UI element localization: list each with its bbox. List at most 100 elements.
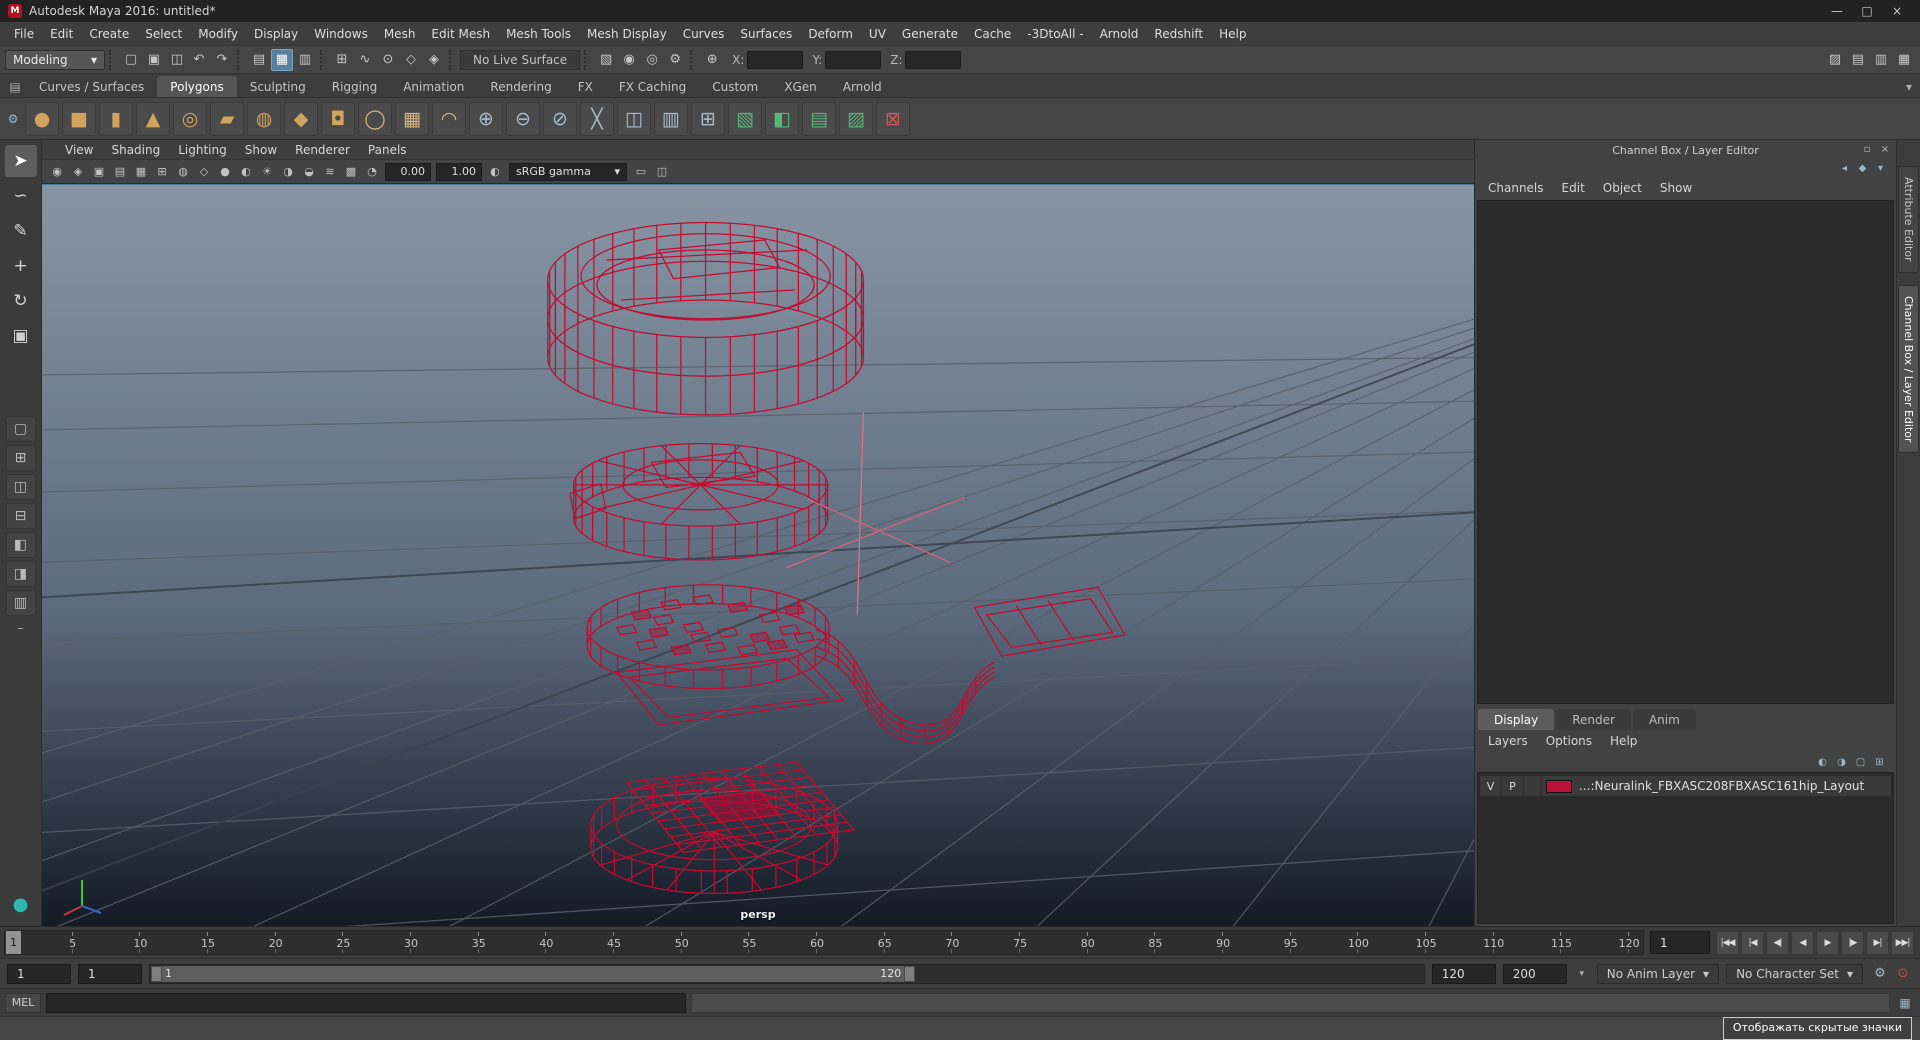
layout-two-side-icon[interactable]: ◫	[5, 474, 36, 500]
timeline-tick[interactable]: 85	[1088, 931, 1162, 954]
timeline-tick[interactable]: 90	[1155, 931, 1230, 954]
create-empty-layer-icon[interactable]: ▢	[1853, 755, 1868, 769]
timeline-ruler[interactable]: 5 10 15 20 25 30 35 40 45 50 55 60 65 70 75 80 85 90 95 100…	[4, 930, 1644, 955]
save-scene-icon[interactable]: ◫	[166, 49, 188, 71]
use-all-lights-icon[interactable]: ☀	[257, 162, 277, 182]
x-coordinate-input[interactable]	[747, 50, 804, 69]
scale-tool[interactable]: ▣	[5, 320, 37, 352]
timeline-tick[interactable]: 40	[479, 931, 553, 954]
quad-draw-icon[interactable]: ▧	[728, 101, 762, 136]
sculpt-tool-icon[interactable]: ◠	[432, 101, 466, 136]
auto-map-icon[interactable]: ▨	[839, 101, 873, 136]
shelf-tab[interactable]: Rigging	[319, 76, 390, 97]
minimize-button[interactable]: —	[1822, 1, 1852, 21]
attribute-editor-toggle-icon[interactable]: ▤	[1847, 49, 1869, 71]
layer-color-swatch[interactable]	[1546, 779, 1572, 793]
group-separator[interactable]	[449, 49, 456, 70]
y-coordinate-input[interactable]	[825, 50, 882, 69]
timeline-tick[interactable]: 120	[1561, 931, 1640, 954]
menubar-item[interactable]: Edit	[42, 27, 81, 41]
timeline-tick[interactable]: 45	[546, 931, 621, 954]
menubar-item[interactable]: Mesh Tools	[498, 27, 579, 41]
separate-icon[interactable]: ⊖	[506, 101, 540, 136]
timeline-tick[interactable]: 95	[1223, 931, 1298, 954]
channel-box-menu-item[interactable]: Show	[1651, 181, 1701, 195]
layout-custom-icon[interactable]: ▥	[5, 590, 36, 616]
2d-pan-zoom-icon[interactable]: ⊞	[152, 162, 172, 182]
undo-icon[interactable]: ↶	[188, 49, 210, 71]
select-camera-icon[interactable]: ◉	[47, 162, 67, 182]
multisample-icon[interactable]: ▩	[341, 162, 361, 182]
paint-selection-tool[interactable]: ✎	[5, 215, 37, 247]
layer-display-type-toggle[interactable]	[1524, 776, 1542, 796]
move-to-layer-icon[interactable]: ◑	[1834, 755, 1849, 769]
timeline-tick[interactable]: 55	[682, 931, 756, 954]
z-coordinate-input[interactable]	[905, 50, 962, 69]
timeline-tick[interactable]: 100	[1291, 931, 1369, 954]
dock-icon[interactable]: ▫	[1860, 142, 1874, 156]
live-surface-button[interactable]: No Live Surface	[460, 49, 581, 70]
script-editor-icon[interactable]: ▦	[1895, 993, 1915, 1013]
character-set-select[interactable]: No Character Set ▾	[1726, 963, 1863, 984]
shelf-tab[interactable]: XGen	[771, 76, 830, 97]
menubar-item[interactable]: Cache	[966, 27, 1019, 41]
smooth-icon[interactable]: ◯	[358, 101, 392, 136]
poly-plane-icon[interactable]: ▰	[210, 101, 244, 136]
poly-cone-icon[interactable]: ▲	[136, 101, 170, 136]
new-scene-icon[interactable]: ▢	[120, 49, 142, 71]
menubar-item[interactable]: Curves	[675, 27, 733, 41]
timeline-tick[interactable]: 50	[614, 931, 689, 954]
render-settings-icon[interactable]: ⚙	[664, 49, 686, 71]
menubar-item[interactable]: Surfaces	[732, 27, 800, 41]
sidebar-vertical-tab[interactable]: Attribute Editor	[1898, 166, 1919, 273]
combine-icon[interactable]: ⊕	[469, 101, 503, 136]
timeline-tick[interactable]: 65	[817, 931, 892, 954]
ipr-render-icon[interactable]: ◎	[641, 49, 663, 71]
layout-four-pane-icon[interactable]: ⊞	[5, 445, 36, 471]
view-transform-select[interactable]: sRGB gamma ▾	[509, 162, 627, 181]
exposure-field[interactable]: 0.00	[385, 162, 431, 181]
oversampling-icon[interactable]: ◍	[173, 162, 193, 182]
poly-cube-icon[interactable]: ■	[62, 101, 96, 136]
menubar-item[interactable]: Mesh Display	[579, 27, 675, 41]
isolate-select-icon[interactable]: ◔	[362, 162, 382, 182]
resolution-gate-icon[interactable]: ▭	[631, 162, 651, 182]
timeline-tick[interactable]: 20	[208, 931, 283, 954]
maximize-button[interactable]: □	[1852, 1, 1882, 21]
layer-editor-tab[interactable]: Anim	[1632, 709, 1696, 730]
go-to-end-button[interactable]: ▶▶|	[1891, 930, 1914, 955]
shelf-tab[interactable]: Sculpting	[237, 76, 319, 97]
snap-point-icon[interactable]: ⊙	[377, 49, 399, 71]
lock-camera-icon[interactable]: ◈	[68, 162, 88, 182]
screen-space-ao-icon[interactable]: ◒	[299, 162, 319, 182]
menubar-item[interactable]: Create	[81, 27, 137, 41]
rotate-tool[interactable]: ↻	[5, 285, 37, 317]
shelf-tab[interactable]: FX Caching	[606, 76, 699, 97]
range-slider-track[interactable]: 1 120	[149, 963, 1425, 984]
menubar-item[interactable]: -3DtoAll -	[1019, 27, 1091, 41]
snap-curve-icon[interactable]: ∿	[354, 49, 376, 71]
render-view-icon[interactable]: ▧	[595, 49, 617, 71]
group-separator[interactable]	[237, 49, 244, 70]
panel-menu-item[interactable]: Panels	[359, 143, 416, 157]
channel-settings-icon[interactable]: ▾	[1873, 161, 1888, 175]
lasso-tool[interactable]: ∽	[5, 180, 37, 212]
bookmarks-icon[interactable]: ▤	[110, 162, 130, 182]
layer-editor-tab[interactable]: Display	[1478, 709, 1555, 730]
play-backwards-button[interactable]: ◀	[1791, 930, 1814, 955]
snap-grid-icon[interactable]: ⊞	[331, 49, 353, 71]
render-current-frame-icon[interactable]: ◉	[618, 49, 640, 71]
boolean-icon[interactable]: ⊘	[543, 101, 577, 136]
close-icon[interactable]: ×	[1878, 142, 1892, 156]
tool-settings-toggle-icon[interactable]: ▥	[1870, 49, 1892, 71]
channel-manipulator-icon[interactable]: ◆	[1855, 161, 1870, 175]
menubar-item[interactable]: Mesh	[376, 27, 424, 41]
shelf-tab[interactable]: Rendering	[477, 76, 564, 97]
command-language-toggle[interactable]: MEL	[5, 992, 41, 1013]
menubar-item[interactable]: Arnold	[1092, 27, 1147, 41]
layout-two-stacked-icon[interactable]: ⊟	[5, 503, 36, 529]
shelf-gear-icon[interactable]: ⚙	[4, 112, 22, 126]
subdivide-icon[interactable]: ▦	[395, 101, 429, 136]
motion-blur-icon[interactable]: ≋	[320, 162, 340, 182]
menubar-item[interactable]: Redshift	[1146, 27, 1211, 41]
